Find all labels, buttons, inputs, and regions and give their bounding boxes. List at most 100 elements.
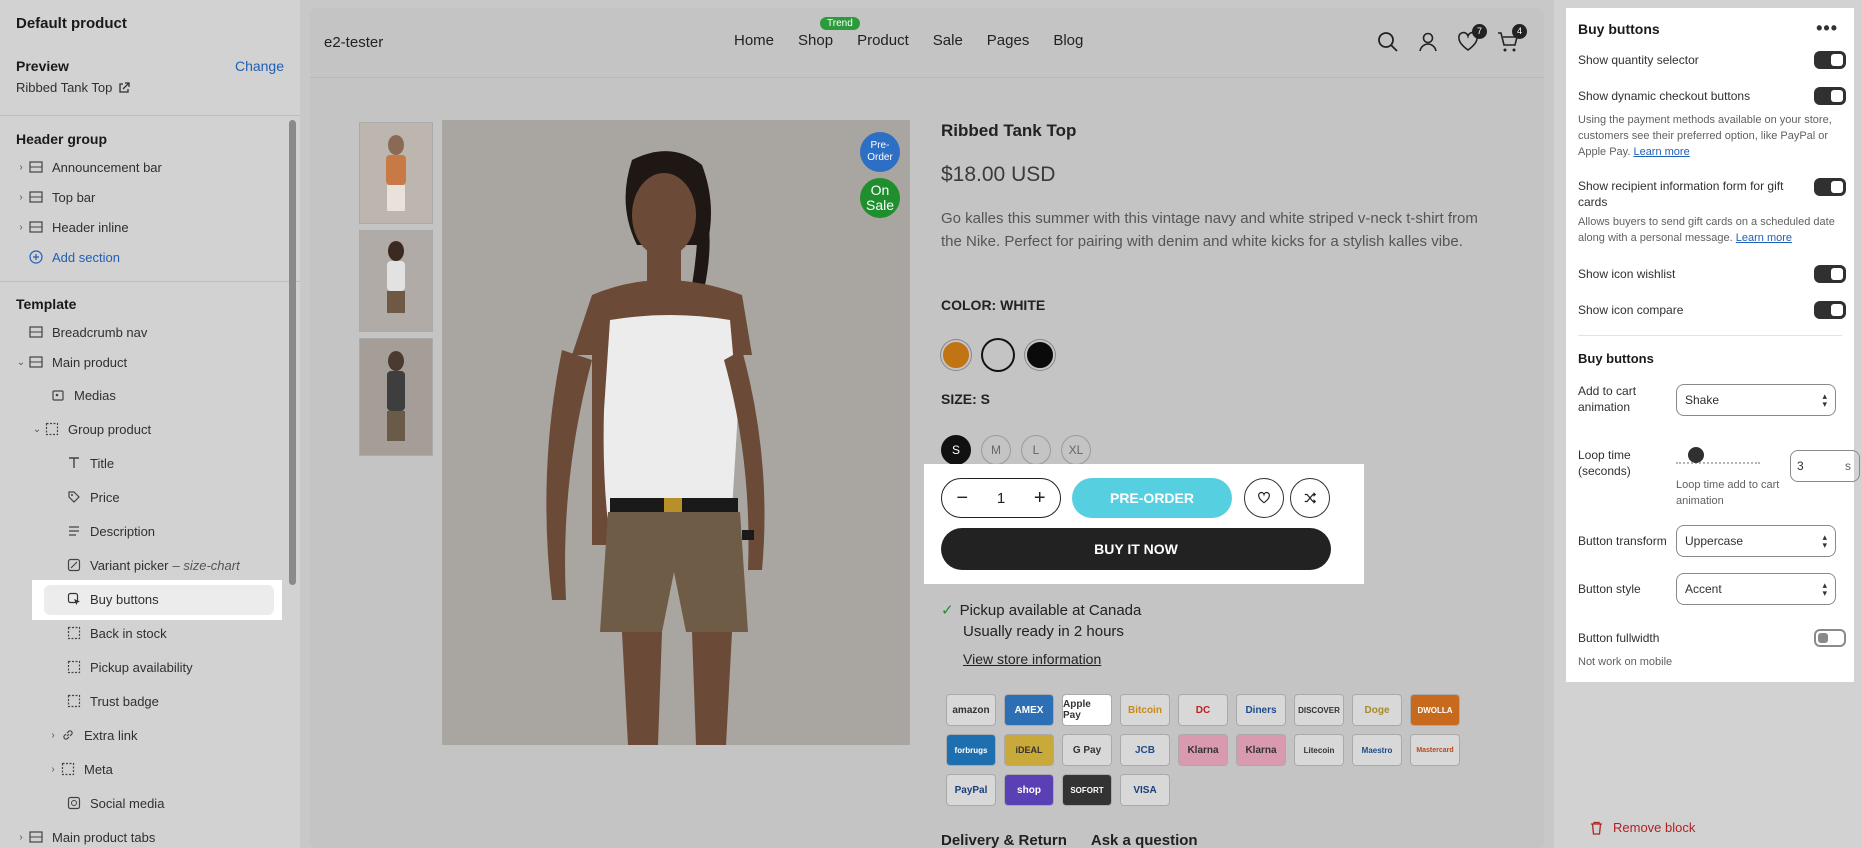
product-thumbnail[interactable] [359, 230, 433, 332]
animation-select[interactable]: Shake ▴ ▾ [1676, 384, 1836, 416]
chevron-right-icon[interactable]: › [46, 764, 60, 775]
sidebar-item-meta[interactable]: › Meta [46, 758, 113, 780]
preorder-button[interactable]: PRE-ORDER [1072, 478, 1232, 518]
sidebar-item-variant-picker[interactable]: Variant picker – size-chart [66, 554, 240, 576]
minus-icon[interactable]: − [956, 487, 968, 510]
sidebar-item-main-product[interactable]: ⌄ Main product [14, 351, 127, 373]
learn-more-link[interactable]: Learn more [1736, 232, 1792, 244]
color-swatch[interactable] [1025, 340, 1055, 370]
sidebar-item-main-product-tabs[interactable]: › Main product tabs [14, 826, 155, 848]
view-store-link[interactable]: View store information [963, 651, 1101, 667]
product-price: $18.00 USD [941, 163, 1056, 186]
sidebar-item-label: Group product [68, 421, 152, 437]
size-option[interactable]: S [941, 435, 971, 465]
buy-now-button[interactable]: BUY IT NOW [941, 528, 1331, 570]
color-swatches [941, 340, 1055, 370]
sidebar-item-label: Social media [90, 795, 165, 811]
color-swatch[interactable] [983, 340, 1013, 370]
sidebar-item-label: Main product tabs [52, 829, 156, 845]
show-recipient-toggle[interactable] [1814, 178, 1846, 196]
nav-blog[interactable]: Blog [1053, 32, 1083, 49]
chevron-right-icon[interactable]: › [14, 222, 28, 233]
show-compare-toggle[interactable] [1814, 301, 1846, 319]
store-nav: Home Shop Trend Product Sale Pages Blog [734, 17, 1107, 49]
sidebar-item-header-inline[interactable]: › Header inline [14, 216, 128, 238]
compare-button[interactable] [1290, 478, 1330, 518]
quantity-value[interactable]: 1 [997, 490, 1005, 507]
product-thumbnail[interactable] [359, 122, 433, 224]
tab-delivery-return[interactable]: Delivery & Return [941, 832, 1067, 848]
sidebar-item-announcement-bar[interactable]: › Announcement bar [14, 156, 162, 178]
remove-block-button[interactable]: Remove block [1590, 820, 1695, 835]
sidebar-item-group-product[interactable]: ⌄ Group product [30, 418, 151, 440]
dynamic-help-text: Using the payment methods available on y… [1578, 112, 1840, 160]
nav-product[interactable]: Product [857, 32, 909, 49]
google-pay-icon: G Pay [1062, 734, 1112, 766]
chevron-right-icon[interactable]: › [14, 162, 28, 173]
transform-select[interactable]: Uppercase ▴ ▾ [1676, 525, 1836, 557]
shop-pay-icon: shop [1004, 774, 1054, 806]
plus-icon[interactable]: + [1034, 487, 1046, 510]
payment-icons: amazon AMEX Apple Pay Bitcoin DC Diners … [946, 694, 1460, 806]
size-option[interactable]: XL [1061, 435, 1091, 465]
sidebar-item-medias[interactable]: Medias [50, 384, 116, 406]
size-option[interactable]: M [981, 435, 1011, 465]
model-illustration [442, 120, 910, 745]
sidebar-item-buy-buttons[interactable]: Buy buttons [66, 588, 159, 610]
sidebar-item-social-media[interactable]: Social media [66, 792, 164, 814]
nav-home[interactable]: Home [734, 32, 774, 49]
link-icon [60, 727, 76, 743]
wishlist-button[interactable] [1244, 478, 1284, 518]
account-icon[interactable] [1416, 30, 1440, 54]
select-arrows-icon: ▴ ▾ [1822, 532, 1827, 550]
sidebar-item-price[interactable]: Price [66, 486, 120, 508]
sidebar-scrollbar[interactable] [289, 120, 296, 585]
chevron-right-icon[interactable]: › [14, 832, 28, 843]
add-section-button[interactable]: Add section [28, 246, 120, 268]
chevron-down-icon[interactable]: ⌄ [14, 357, 28, 368]
product-thumbnail[interactable] [359, 338, 433, 456]
learn-more-link[interactable]: Learn more [1633, 146, 1689, 158]
sidebar-item-top-bar[interactable]: › Top bar [14, 186, 95, 208]
show-qty-toggle[interactable] [1814, 51, 1846, 69]
nav-shop[interactable]: Shop Trend [798, 17, 860, 49]
show-wishlist-toggle[interactable] [1814, 265, 1846, 283]
klarna-icon: Klarna [1178, 734, 1228, 766]
sidebar-item-description[interactable]: Description [66, 520, 155, 542]
tab-ask-question[interactable]: Ask a question [1091, 832, 1198, 848]
nav-sale[interactable]: Sale [933, 32, 963, 49]
price-tag-icon [66, 489, 82, 505]
heart-icon [1258, 491, 1270, 504]
change-link[interactable]: Change [235, 58, 284, 74]
wishlist-icon[interactable]: 7 [1456, 24, 1487, 54]
recipient-help-text: Allows buyers to send gift cards on a sc… [1578, 214, 1840, 246]
preview-label: Preview [16, 58, 69, 74]
sidebar-item-back-in-stock[interactable]: Back in stock [66, 622, 167, 644]
sidebar-item-pickup-availability[interactable]: Pickup availability [66, 656, 193, 678]
chevron-down-icon[interactable]: ⌄ [30, 424, 44, 435]
product-main-image[interactable]: Pre-Order On Sale [442, 120, 910, 745]
sidebar-item-extra-link[interactable]: › Extra link [46, 724, 137, 746]
more-options-icon[interactable]: ••• [1816, 18, 1838, 39]
sidebar-item-breadcrumb-nav[interactable]: Breadcrumb nav [28, 321, 147, 343]
sidebar-item-trust-badge[interactable]: Trust badge [66, 690, 159, 712]
sidebar-item-title[interactable]: Title [66, 452, 114, 474]
size-option[interactable]: L [1021, 435, 1051, 465]
cart-icon[interactable]: 4 [1496, 24, 1527, 54]
nav-pages[interactable]: Pages [987, 32, 1030, 49]
chevron-right-icon[interactable]: › [14, 192, 28, 203]
section-icon [28, 219, 44, 235]
search-icon[interactable] [1376, 30, 1400, 54]
chevron-right-icon[interactable]: › [46, 730, 60, 741]
store-brand[interactable]: e2-tester [324, 34, 383, 51]
show-dynamic-toggle[interactable] [1814, 87, 1846, 105]
preview-product-link[interactable]: Ribbed Tank Top [16, 80, 131, 95]
loop-time-slider-handle[interactable] [1688, 447, 1704, 463]
fullwidth-toggle[interactable] [1814, 629, 1846, 647]
loop-time-slider[interactable] [1676, 462, 1760, 466]
animation-label: Add to cart animation [1578, 384, 1637, 414]
color-swatch[interactable] [941, 340, 971, 370]
transform-value: Uppercase [1685, 534, 1744, 548]
media-icon [50, 387, 66, 403]
style-select[interactable]: Accent ▴ ▾ [1676, 573, 1836, 605]
